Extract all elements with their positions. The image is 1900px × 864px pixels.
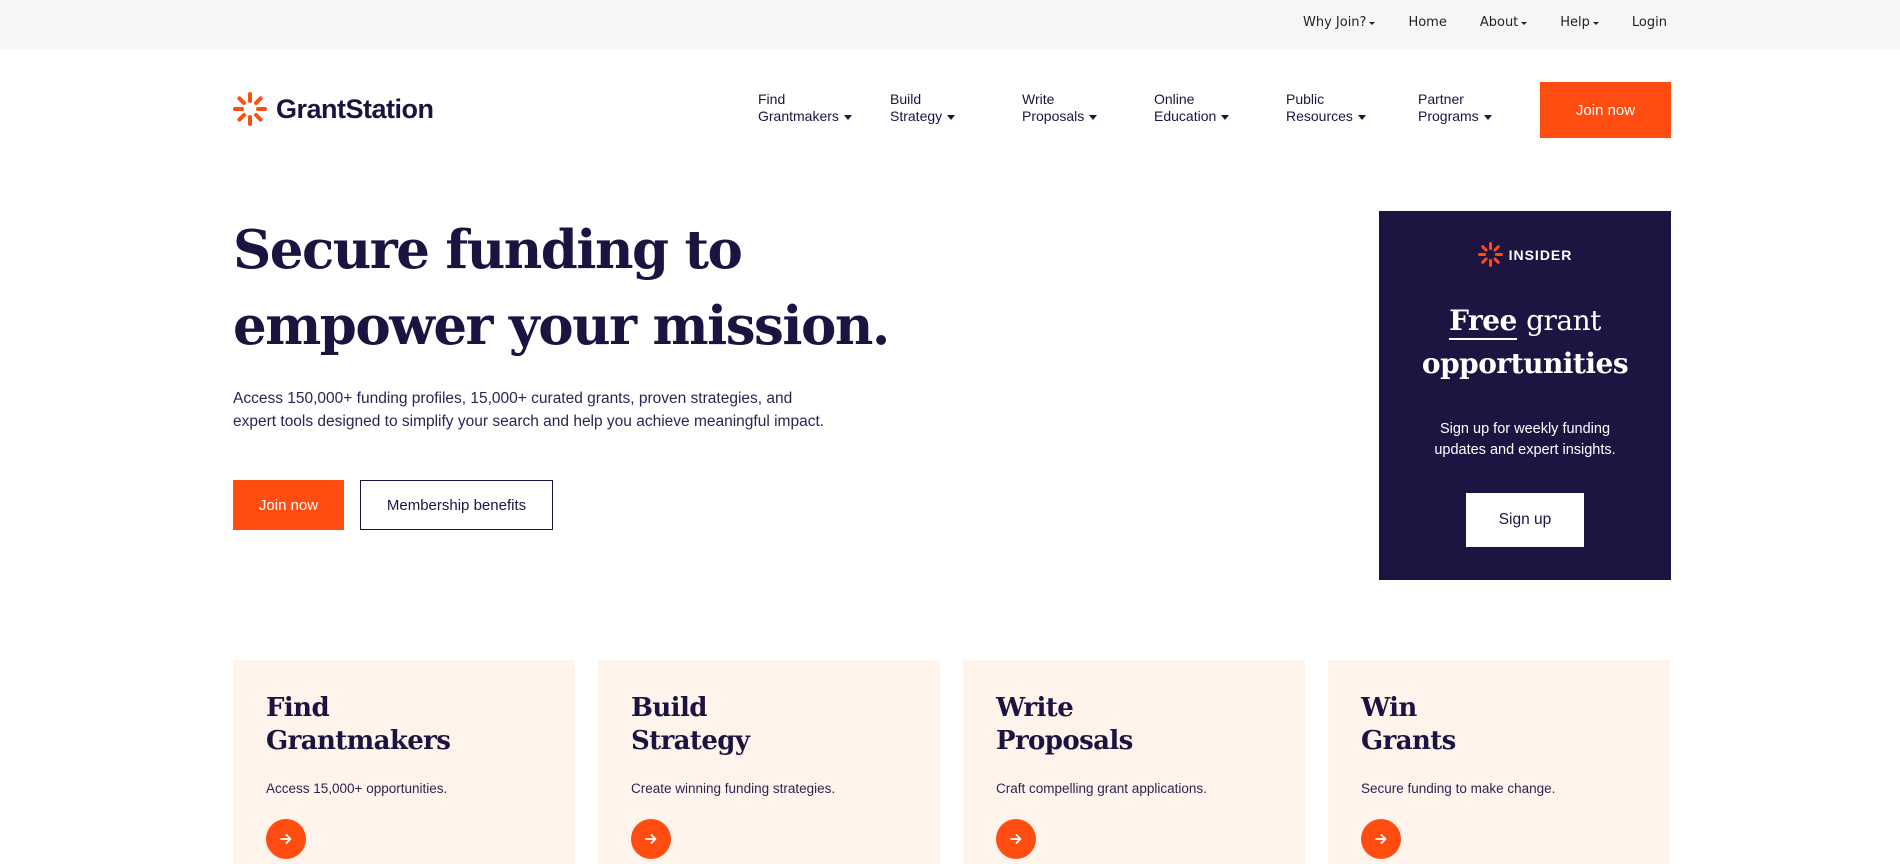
sunburst-icon	[1477, 242, 1503, 267]
feature-title-line: Write	[996, 693, 1074, 723]
feature-arrow-button[interactable]	[996, 819, 1036, 859]
feature-card-write-proposals[interactable]: Write Proposals Craft compelling grant a…	[963, 660, 1305, 864]
logo-link[interactable]: GrantStation	[233, 92, 434, 126]
sunburst-icon	[233, 92, 267, 126]
caret-down-icon	[1357, 114, 1366, 120]
caret-down-icon	[947, 114, 956, 120]
feature-description: Secure funding to make change.	[1361, 781, 1556, 796]
nav-item-public-resources[interactable]: Public Resources	[1286, 91, 1418, 125]
caret-down-icon	[1221, 114, 1230, 120]
feature-title: Find Grantmakers	[266, 692, 546, 758]
arrow-right-icon	[645, 834, 657, 844]
feature-title: Build Strategy	[631, 692, 911, 758]
nav-item-online-education[interactable]: Online Education	[1154, 91, 1286, 125]
nav-item-label: Proposals	[1022, 108, 1085, 124]
feature-title-line: Find	[266, 693, 330, 723]
membership-benefits-button[interactable]: Membership benefits	[360, 480, 553, 530]
sign-up-button[interactable]: Sign up	[1466, 493, 1584, 547]
insider-brand: INSIDER	[1379, 242, 1671, 267]
nav-item-write-proposals[interactable]: Write Proposals	[1022, 91, 1154, 125]
insider-card: INSIDER Free grant opportunities Sign up…	[1379, 211, 1671, 580]
feature-description: Create winning funding strategies.	[631, 781, 836, 796]
utility-link-label: Login	[1631, 15, 1667, 30]
feature-description: Craft compelling grant applications.	[996, 781, 1207, 796]
hero-title: Secure funding to empower your mission.	[233, 212, 913, 364]
join-now-button[interactable]: Join now	[233, 480, 344, 530]
utility-link-help[interactable]: Help	[1560, 15, 1599, 30]
utility-link-about[interactable]: About	[1479, 15, 1528, 30]
utility-nav: Why Join? Home About Help Login	[1270, 0, 1667, 45]
hero-description: Access 150,000+ funding profiles, 15,000…	[233, 390, 825, 430]
utility-link-label: Help	[1560, 15, 1590, 30]
insider-title-underlined: Free	[1449, 304, 1517, 340]
feature-title: Write Proposals	[996, 692, 1276, 758]
feature-title-line: Proposals	[996, 726, 1133, 756]
insider-title-line: opportunities	[1421, 347, 1629, 380]
insider-title-word: grant	[1526, 304, 1601, 337]
hero-actions: Join now Membership benefits	[233, 480, 553, 530]
feature-grid: Find Grantmakers Access 15,000+ opportun…	[233, 660, 1670, 864]
nav-item-label: Find	[758, 91, 786, 107]
nav-item-label: Grantmakers	[758, 108, 839, 124]
arrow-right-icon	[1375, 834, 1387, 844]
nav-item-label: Education	[1154, 108, 1217, 124]
main-nav: Find Grantmakers Build Strategy Write Pr…	[758, 91, 1550, 125]
feature-description: Access 15,000+ opportunities.	[266, 781, 448, 796]
nav-item-build-strategy[interactable]: Build Strategy	[890, 91, 1022, 125]
hero-title-line: empower your mission.	[233, 295, 890, 357]
feature-title-line: Build	[631, 693, 707, 723]
utility-link-home[interactable]: Home	[1408, 15, 1446, 30]
utility-link-why-join[interactable]: Why Join?	[1302, 15, 1376, 30]
nav-item-label: Resources	[1286, 108, 1353, 124]
utility-bar: Why Join? Home About Help Login	[0, 0, 1900, 49]
nav-item-label: Strategy	[890, 108, 943, 124]
nav-item-label: Online	[1154, 91, 1195, 107]
caret-down-icon	[1483, 114, 1492, 120]
nav-item-label: Programs	[1418, 108, 1479, 124]
insider-label: INSIDER	[1508, 246, 1573, 263]
nav-item-label: Public	[1286, 91, 1325, 107]
feature-title-line: Strategy	[631, 726, 750, 756]
feature-title: Win Grants	[1361, 692, 1641, 758]
caret-down-icon	[1369, 21, 1376, 25]
feature-arrow-button[interactable]	[266, 819, 306, 859]
feature-arrow-button[interactable]	[631, 819, 671, 859]
feature-arrow-button[interactable]	[1361, 819, 1401, 859]
join-now-header-button[interactable]: Join now	[1540, 82, 1671, 138]
caret-down-icon	[1592, 21, 1599, 25]
feature-title-line: Grants	[1361, 726, 1456, 756]
utility-link-label: Why Join?	[1302, 15, 1367, 30]
utility-link-label: Home	[1408, 15, 1447, 30]
nav-item-partner-programs[interactable]: Partner Programs	[1418, 91, 1550, 125]
nav-item-label: Build	[890, 91, 922, 107]
logo-text: GrantStation	[276, 93, 434, 124]
nav-item-label: Write	[1022, 91, 1055, 107]
arrow-right-icon	[1010, 834, 1022, 844]
insider-title: Free grant opportunities	[1379, 299, 1671, 385]
caret-down-icon	[1521, 21, 1528, 25]
caret-down-icon	[1089, 114, 1098, 120]
feature-card-find-grantmakers[interactable]: Find Grantmakers Access 15,000+ opportun…	[233, 660, 575, 864]
feature-card-win-grants[interactable]: Win Grants Secure funding to make change…	[1328, 660, 1670, 864]
insider-description: Sign up for weekly funding updates and e…	[1434, 421, 1616, 458]
feature-title-line: Win	[1361, 693, 1417, 723]
utility-link-label: About	[1479, 15, 1519, 30]
feature-title-line: Grantmakers	[266, 726, 451, 756]
caret-down-icon	[843, 114, 852, 120]
nav-item-find-grantmakers[interactable]: Find Grantmakers	[758, 91, 890, 125]
utility-link-login[interactable]: Login	[1632, 15, 1667, 30]
feature-card-build-strategy[interactable]: Build Strategy Create winning funding st…	[598, 660, 940, 864]
nav-item-label: Partner	[1418, 91, 1464, 107]
arrow-right-icon	[280, 834, 292, 844]
hero-title-line: Secure funding to	[233, 219, 743, 281]
main-header: GrantStation Find Grantmakers Build Stra…	[0, 49, 1900, 169]
